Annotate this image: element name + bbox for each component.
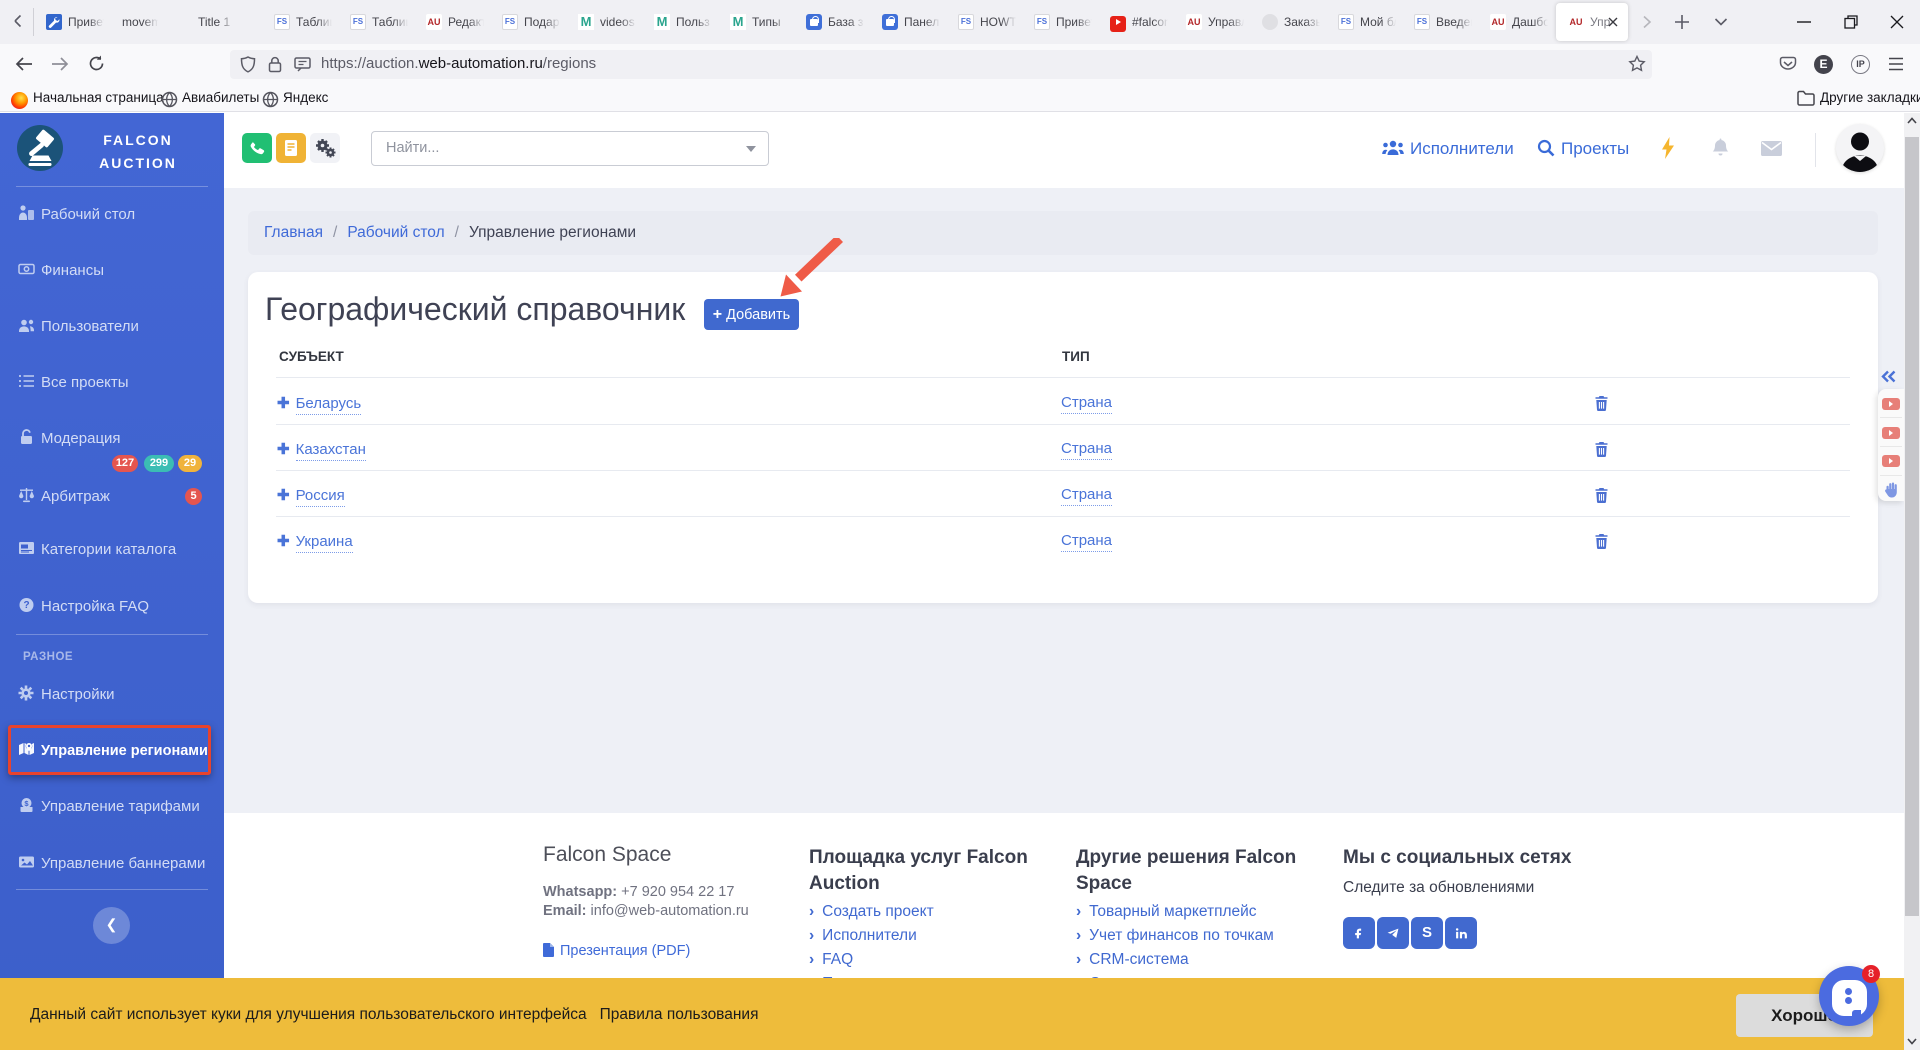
svg-text:?: ?: [23, 600, 29, 611]
